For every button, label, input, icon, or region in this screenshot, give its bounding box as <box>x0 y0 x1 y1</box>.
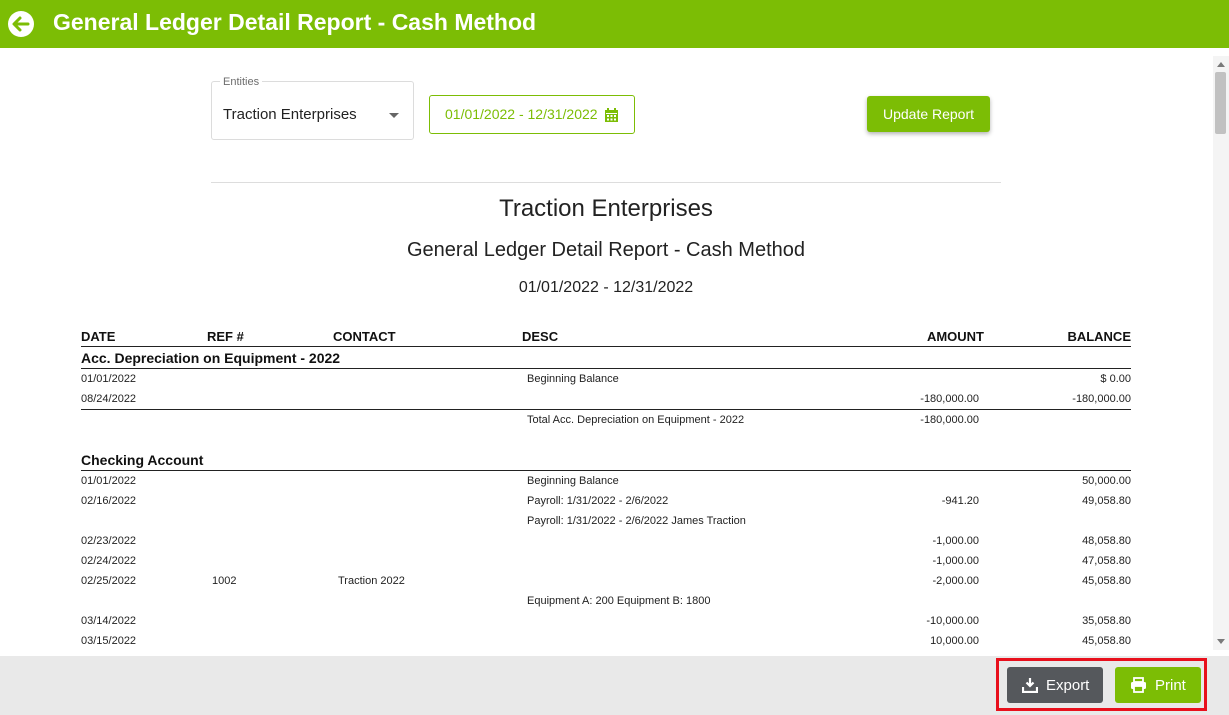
cell-balance: $ 0.00 <box>1100 373 1131 385</box>
cell-balance: -180,000.00 <box>1072 393 1131 405</box>
print-button[interactable]: Print <box>1115 667 1201 703</box>
cell-amount: -941.20 <box>941 495 979 507</box>
total-amount: -180,000.00 <box>920 414 979 426</box>
report-title: General Ledger Detail Report - Cash Meth… <box>407 239 805 261</box>
cell-date: 03/14/2022 <box>81 615 137 627</box>
cell-balance: 47,058.80 <box>1082 555 1131 567</box>
scroll-down-arrow-icon[interactable] <box>1217 639 1225 644</box>
col-desc: DESC <box>522 329 559 344</box>
cell-amount: -1,000.00 <box>932 535 979 547</box>
page-title: General Ledger Detail Report - Cash Meth… <box>53 9 537 35</box>
update-report-button[interactable]: Update Report <box>867 96 990 132</box>
entities-select[interactable]: Entities Traction Enterprises <box>211 76 414 140</box>
cell-desc: Beginning Balance <box>527 475 619 487</box>
print-label: Print <box>1155 677 1186 694</box>
cell-desc: Equipment A: 200 Equipment B: 1800 <box>527 595 711 607</box>
vertical-scrollbar[interactable] <box>1213 56 1229 650</box>
cell-amount: -180,000.00 <box>920 393 979 405</box>
col-date: DATE <box>81 329 116 344</box>
col-contact: CONTACT <box>333 329 396 344</box>
total-rule <box>81 409 1131 410</box>
col-amount: AMOUNT <box>926 329 984 344</box>
dropdown-arrow-icon <box>389 113 399 118</box>
printer-icon <box>1131 677 1146 693</box>
cell-date: 02/24/2022 <box>81 555 137 567</box>
report-period: 01/01/2022 - 12/31/2022 <box>518 279 694 296</box>
cell-amount: -1,000.00 <box>932 555 979 567</box>
cell-date: 02/25/2022 <box>81 575 137 587</box>
cell-balance: 45,058.80 <box>1082 575 1131 587</box>
col-balance: BALANCE <box>1067 329 1131 344</box>
entities-value: Traction Enterprises <box>223 106 357 123</box>
export-button[interactable]: Export <box>1007 667 1103 703</box>
divider <box>211 182 1001 183</box>
col-ref: REF # <box>207 329 244 344</box>
cell-balance: 49,058.80 <box>1082 495 1131 507</box>
total-desc: Total Acc. Depreciation on Equipment - 2… <box>527 414 745 426</box>
cell-balance: 45,058.80 <box>1082 635 1131 647</box>
header-rule <box>81 346 1131 347</box>
cell-contact: Traction 2022 <box>338 575 405 587</box>
cell-amount: -2,000.00 <box>932 575 979 587</box>
download-icon <box>1022 678 1038 693</box>
report-company: Traction Enterprises <box>499 195 713 222</box>
report-content: Entities Traction Enterprises 01/01/2022… <box>0 48 1213 656</box>
section-rule <box>81 470 1131 471</box>
cell-date: 02/16/2022 <box>81 495 137 507</box>
cell-desc: Payroll: 1/31/2022 - 2/6/2022 James Trac… <box>527 515 746 527</box>
section-rule <box>81 368 1131 369</box>
cell-date: 02/23/2022 <box>81 535 137 547</box>
calendar-icon <box>605 108 618 122</box>
date-range-picker[interactable]: 01/01/2022 - 12/31/2022 <box>429 95 635 134</box>
date-range-value: 01/01/2022 - 12/31/2022 <box>445 106 598 122</box>
cell-date: 03/15/2022 <box>81 635 137 647</box>
back-button[interactable] <box>8 11 34 37</box>
cell-amount: -10,000.00 <box>926 615 979 627</box>
cell-ref: 1002 <box>212 575 237 587</box>
back-arrow-icon <box>12 16 30 32</box>
export-label: Export <box>1046 677 1090 694</box>
cell-amount: 10,000.00 <box>930 635 979 647</box>
cell-date: 01/01/2022 <box>81 475 137 487</box>
section-title: Checking Account <box>81 452 204 468</box>
cell-balance: 35,058.80 <box>1082 615 1131 627</box>
cell-desc: Payroll: 1/31/2022 - 2/6/2022 <box>527 495 669 507</box>
section-title: Acc. Depreciation on Equipment - 2022 <box>81 350 341 366</box>
entities-label: Entities <box>220 76 263 88</box>
app-header: General Ledger Detail Report - Cash Meth… <box>0 0 1229 48</box>
scrollbar-thumb[interactable] <box>1215 72 1226 134</box>
cell-date: 08/24/2022 <box>81 393 137 405</box>
cell-date: 01/01/2022 <box>81 373 137 385</box>
cell-balance: 50,000.00 <box>1082 475 1131 487</box>
cell-desc: Beginning Balance <box>527 373 619 385</box>
scroll-up-arrow-icon[interactable] <box>1217 62 1225 67</box>
cell-balance: 48,058.80 <box>1082 535 1131 547</box>
